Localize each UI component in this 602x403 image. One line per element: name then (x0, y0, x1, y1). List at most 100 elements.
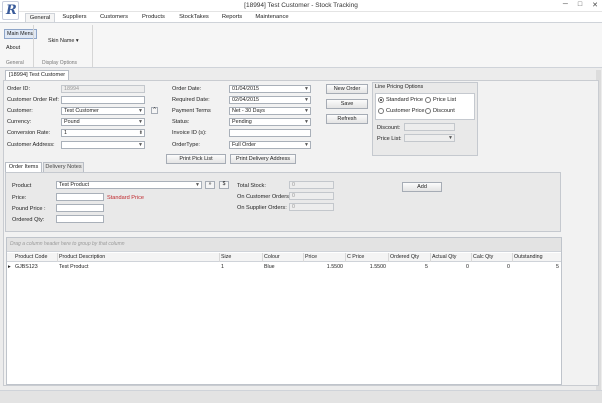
skin-name-dropdown[interactable]: Skin Name ▾ (46, 37, 81, 45)
conversion-rate-stepper[interactable]: 1 ⬍ (61, 129, 145, 137)
table-row[interactable]: ▸ GJBS123 Test Product 1 Blue 1.5500 1.5… (7, 263, 561, 272)
column-header-c-price[interactable]: C Price (347, 253, 364, 261)
order-type-select[interactable]: Full Order ▼ (229, 141, 311, 149)
customer-price-label: Customer Price (386, 108, 425, 114)
cell-colour[interactable]: Blue (264, 263, 275, 271)
about-button[interactable]: About (4, 44, 22, 52)
chevron-down-icon: ▼ (304, 142, 309, 148)
chevron-down-icon: ▼ (304, 119, 309, 125)
pound-price-field[interactable] (56, 204, 104, 212)
refresh-button[interactable]: Refresh (326, 114, 368, 124)
status-bar (0, 390, 602, 403)
product-value: Test Product (59, 182, 89, 188)
tab-delivery-notes[interactable]: Delivery Notes (43, 162, 84, 172)
column-header-price[interactable]: Price (305, 253, 317, 261)
payment-terms-select[interactable]: Net - 30 Days ▼ (229, 107, 311, 115)
app-logo-icon[interactable]: R (2, 1, 19, 20)
line-pricing-title: Line Pricing Options (375, 84, 424, 90)
cell-actual-qty[interactable]: 0 (432, 263, 469, 271)
invoice-id-field[interactable] (229, 129, 311, 137)
chevron-down-icon: ▼ (138, 108, 143, 114)
grid-header: Product Code Product Description Size Co… (7, 253, 561, 262)
chevron-down-icon: ▼ (304, 97, 309, 103)
order-date-picker[interactable]: 01/04/2015 ▼ (229, 85, 311, 93)
cell-size[interactable]: 1 (221, 263, 224, 271)
customer-address-select[interactable]: ▼ (61, 141, 145, 149)
save-button[interactable]: Save (326, 99, 368, 109)
currency-label: Currency: (7, 119, 32, 125)
currency-icon[interactable]: $ (219, 181, 229, 189)
status-label: Status: (172, 119, 190, 125)
column-header-colour[interactable]: Colour (264, 253, 280, 261)
group-by-panel[interactable]: Drag a column header here to group by th… (7, 238, 561, 252)
main-menu-button[interactable]: Main Menu (4, 29, 37, 39)
standard-price-radio[interactable] (378, 97, 384, 103)
order-lines-grid: Drag a column header here to group by th… (6, 237, 562, 385)
order-type-label: OrderType: (172, 142, 200, 148)
ribbon-group-separator (92, 25, 93, 67)
order-date-value: 01/04/2015 (232, 86, 259, 92)
window-controls: ─ □ ✕ (563, 1, 598, 9)
cell-outstanding[interactable]: 5 (514, 263, 559, 271)
cell-product-description[interactable]: Test Product (59, 263, 88, 271)
cell-product-code[interactable]: GJBS123 (15, 263, 38, 271)
column-header-actual-qty[interactable]: Actual Qty (432, 253, 456, 261)
status-value: Pending (232, 119, 252, 125)
on-customer-orders-field: 0 (289, 192, 334, 200)
invoice-id-label: Invoice ID (s): (172, 130, 207, 136)
on-supplier-orders-field: 0 (289, 203, 334, 211)
discount-radio[interactable] (425, 108, 431, 114)
window-title: [18994] Test Customer - Stock Tracking (244, 2, 358, 9)
cell-ordered-qty[interactable]: 5 (390, 263, 428, 271)
customer-order-ref-label: Customer Order Ref: (7, 97, 59, 103)
status-select[interactable]: Pending ▼ (229, 118, 311, 126)
column-header-outstanding[interactable]: Outstanding (514, 253, 543, 261)
document-tab[interactable]: [18994] Test Customer (5, 70, 69, 80)
price-type-indicator: Standard Price (107, 195, 145, 201)
column-header-product-description[interactable]: Product Description (59, 253, 105, 261)
customer-order-ref-field[interactable] (61, 96, 145, 104)
ordered-qty-field[interactable] (56, 215, 104, 223)
currency-select[interactable]: Pound ▼ (61, 118, 145, 126)
cell-calc-qty[interactable]: 0 (473, 263, 510, 271)
maximize-icon[interactable]: □ (578, 1, 582, 9)
cell-c-price[interactable]: 1.5500 (347, 263, 386, 271)
total-stock-label: Total Stock: (237, 183, 266, 189)
standard-price-label: Standard Price (386, 97, 424, 103)
product-select[interactable]: Test Product ▼ (56, 181, 202, 189)
payment-terms-label: Payment Terms (172, 108, 211, 114)
column-header-product-code[interactable]: Product Code (15, 253, 47, 261)
add-button[interactable]: Add (402, 182, 442, 192)
required-date-label: Required Date: (172, 97, 210, 103)
column-header-ordered-qty[interactable]: Ordered Qty (390, 253, 419, 261)
print-delivery-address-button[interactable]: Print Delivery Address (230, 154, 296, 164)
column-header-size[interactable]: Size (221, 253, 231, 261)
conversion-rate-label: Conversion Rate: (7, 130, 51, 136)
price-list-radio[interactable] (425, 97, 431, 103)
order-type-value: Full Order (232, 142, 256, 148)
product-navigate-button[interactable]: » (205, 181, 215, 189)
chevron-down-icon: ▼ (138, 142, 143, 148)
column-header-calc-qty[interactable]: Calc Qty (473, 253, 493, 261)
order-id-label: Order ID: (7, 86, 31, 92)
price-list-label: Price List: (377, 136, 402, 142)
discount-option-label: Discount (433, 108, 455, 114)
required-date-picker[interactable]: 02/04/2015 ▼ (229, 96, 311, 104)
minimize-icon[interactable]: ─ (563, 1, 568, 9)
price-field[interactable] (56, 193, 104, 201)
order-id-field: 18994 (61, 85, 145, 93)
new-order-button[interactable]: New Order (326, 84, 368, 94)
customer-label: Customer: (7, 108, 33, 114)
stepper-arrows-icon[interactable]: ⬍ (139, 130, 143, 136)
customer-price-radio[interactable] (378, 108, 384, 114)
ribbon-group-separator (33, 25, 34, 67)
customer-value: Test Customer (64, 108, 99, 114)
cell-price[interactable]: 1.5500 (305, 263, 343, 271)
print-pick-list-button[interactable]: Print Pick List (166, 154, 226, 164)
tab-order-items[interactable]: Order Items (5, 162, 42, 172)
title-bar: [18994] Test Customer - Stock Tracking ─… (0, 0, 602, 12)
close-icon[interactable]: ✕ (592, 1, 598, 9)
customer-select[interactable]: Test Customer ▼ (61, 107, 145, 115)
customer-lookup-button[interactable]: ^ (151, 107, 158, 114)
price-label: Price: (12, 195, 27, 201)
